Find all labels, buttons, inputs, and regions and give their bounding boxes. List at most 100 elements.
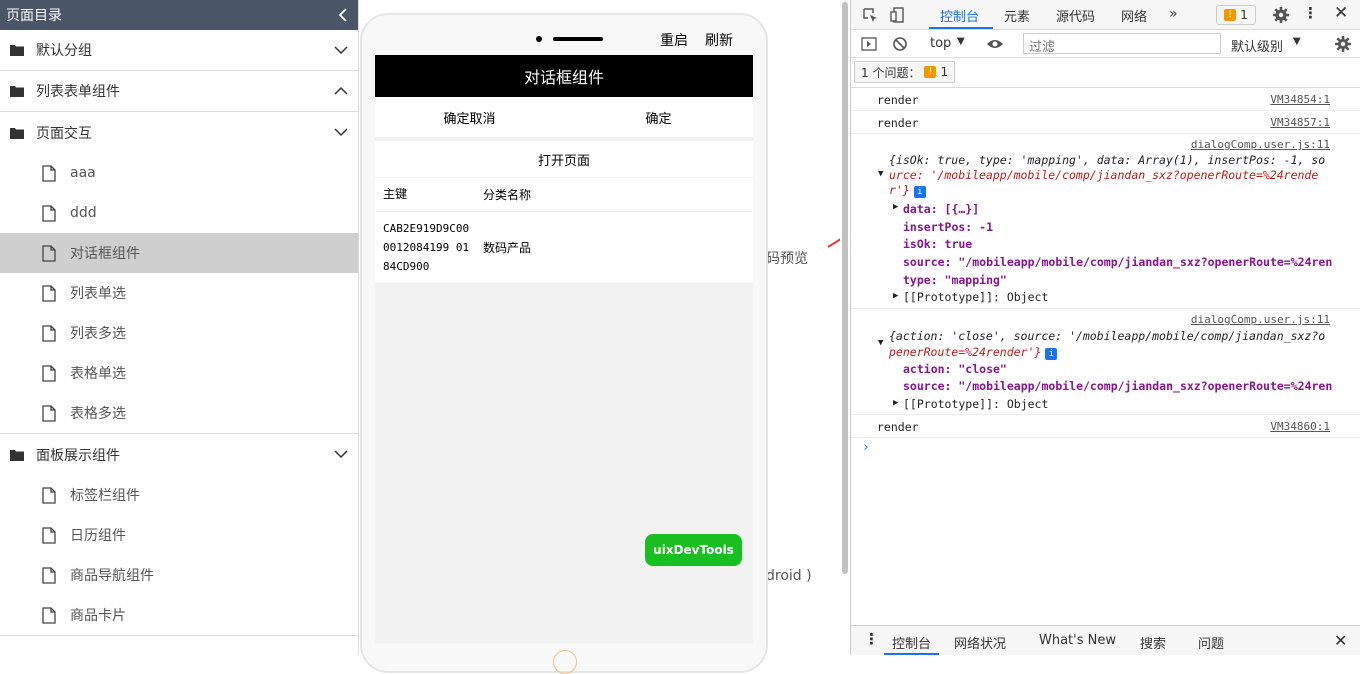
folder-icon	[10, 127, 24, 139]
sidebar-item-label: aaa	[70, 165, 96, 181]
info-icon[interactable]: i	[1045, 348, 1058, 360]
sidebar-item-list-single[interactable]: 列表单选	[0, 273, 358, 313]
chevron-down-icon	[334, 46, 348, 55]
drawer-tab-network-conditions[interactable]: 网络状况	[954, 633, 1006, 652]
group-default[interactable]: 默认分组	[0, 30, 358, 71]
sidebar-item-table-single[interactable]: 表格单选	[0, 353, 358, 393]
device-toggle-icon[interactable]	[889, 6, 907, 24]
confirm-cancel-button[interactable]: 确定取消	[375, 97, 564, 137]
console-message-object: dialogComp.user.js:11 {isOk: true, type:…	[851, 134, 1360, 309]
phone-frame: 重启 刷新 对话框组件 确定取消 确定 打开页面 主键 分类名称 CAB2E91…	[360, 13, 768, 673]
group-list-form[interactable]: 列表表单组件	[0, 71, 358, 112]
file-icon	[42, 284, 56, 302]
sidebar-item-label: ddd	[70, 205, 97, 221]
tab-network[interactable]: 网络	[1121, 6, 1147, 25]
source-link[interactable]: VM34854:1	[1270, 93, 1330, 106]
object-preview-line: penerRoute=%24render'} i	[889, 345, 1058, 360]
group-label: 面板展示组件	[36, 447, 120, 464]
issues-link[interactable]: 1 个问题： ! 1	[854, 61, 956, 83]
active-tab-indicator	[929, 27, 993, 29]
context-selector[interactable]: top	[930, 36, 951, 51]
settings-gear-icon[interactable]	[1272, 6, 1290, 24]
collapsed-triangle-icon[interactable]: ▶	[893, 202, 898, 212]
folder-icon	[10, 86, 24, 97]
sidebar-item-ddd[interactable]: ddd	[0, 193, 358, 233]
prop-data[interactable]: data: [{…}]	[903, 202, 979, 216]
sidebar-item-aaa[interactable]: aaa	[0, 153, 358, 193]
background-text: 码预览	[766, 251, 808, 267]
sidebar-item-table-multi[interactable]: 表格多选	[0, 393, 358, 433]
console-settings-gear-icon[interactable]	[1334, 35, 1352, 53]
object-preview-line: {isOk: true, type: 'mapping', data: Arra…	[889, 153, 1326, 167]
sidebar-item-label: 列表多选	[70, 326, 126, 342]
uix-devtools-button[interactable]: uixDevTools	[645, 534, 742, 566]
collapsed-triangle-icon[interactable]: ▶	[893, 398, 898, 408]
more-options-icon[interactable]: ⋮	[1303, 4, 1318, 22]
inspect-element-icon[interactable]	[861, 6, 879, 24]
prop-type: type: "mapping"	[903, 273, 1007, 287]
collapse-chevron-left-icon[interactable]	[336, 8, 350, 22]
sidebar-item-label: 标签栏组件	[70, 488, 140, 504]
sidebar-toggle-icon[interactable]	[860, 35, 878, 53]
drawer-tab-issues[interactable]: 问题	[1198, 633, 1224, 652]
close-drawer-icon[interactable]: ✕	[1334, 631, 1347, 650]
page-directory-sidebar: 页面目录 默认分组 列表表单组件 页面交互 aaa ddd 对话框组件 列表单选…	[0, 0, 359, 655]
prop-prototype[interactable]: [[Prototype]]: Object	[903, 397, 1048, 411]
issues-count: 1	[940, 65, 949, 79]
drawer-tab-whats-new[interactable]: What's New	[1039, 633, 1116, 648]
issues-badge[interactable]: ! 1	[1216, 5, 1256, 25]
group-page-interaction[interactable]: 页面交互	[0, 112, 358, 153]
file-icon	[42, 244, 56, 262]
speaker-bar	[553, 37, 603, 41]
expand-triangle-icon[interactable]: ▼	[878, 338, 883, 348]
console-input[interactable]	[875, 440, 1355, 458]
action-button-row: 确定取消 确定	[375, 97, 753, 137]
tab-sources[interactable]: 源代码	[1056, 6, 1095, 25]
expand-triangle-icon[interactable]: ▼	[878, 169, 883, 179]
info-icon[interactable]: i	[913, 186, 926, 198]
scrollbar-thumb[interactable]	[842, 2, 848, 574]
source-link[interactable]: VM34857:1	[1270, 116, 1330, 129]
live-expression-eye-icon[interactable]	[986, 35, 1004, 53]
sidebar-item-calendar[interactable]: 日历组件	[0, 515, 358, 555]
sidebar-item-goods-card[interactable]: 商品卡片	[0, 595, 358, 635]
sidebar-item-list-multi[interactable]: 列表多选	[0, 313, 358, 353]
sidebar-item-dialog-component[interactable]: 对话框组件	[0, 233, 358, 273]
drawer-menu-icon[interactable]: ⋮	[864, 630, 879, 648]
column-header: 分类名称	[483, 188, 532, 202]
tab-console[interactable]: 控制台	[940, 6, 979, 25]
prop-action: action: "close"	[903, 362, 1007, 376]
home-indicator	[553, 650, 577, 674]
group-page-interaction-block: 页面交互 aaa ddd 对话框组件 列表单选 列表多选 表格单选 表格多选	[0, 112, 358, 434]
close-devtools-icon[interactable]: ✕	[1334, 3, 1348, 23]
prop-prototype[interactable]: [[Prototype]]: Object	[903, 290, 1048, 304]
sidebar-item-goods-nav[interactable]: 商品导航组件	[0, 555, 358, 595]
group-panel-display[interactable]: 面板展示组件	[0, 434, 358, 475]
page-scrollbar[interactable]	[840, 0, 850, 655]
clear-console-icon[interactable]	[891, 35, 909, 53]
more-tabs-icon[interactable]: »	[1169, 6, 1178, 22]
collapsed-triangle-icon[interactable]: ▶	[893, 291, 898, 301]
drawer-tab-search[interactable]: 搜索	[1140, 633, 1166, 652]
drawer-tabbar: ⋮ 控制台 网络状况 What's New 搜索 问题 ✕	[851, 625, 1360, 655]
sidebar-item-tabbar[interactable]: 标签栏组件	[0, 475, 358, 515]
console-toolbar: top ▼ 过滤 默认级别 ▼	[851, 30, 1360, 58]
tab-elements[interactable]: 元素	[1004, 6, 1030, 25]
log-level-dropdown[interactable]: 默认级别	[1231, 36, 1283, 55]
confirm-button[interactable]: 确定	[564, 97, 753, 137]
file-icon	[42, 486, 56, 504]
open-page-button[interactable]: 打开页面	[375, 141, 753, 177]
source-link[interactable]: dialogComp.user.js:11	[1191, 138, 1330, 151]
sidebar-item-label: 商品卡片	[70, 608, 126, 624]
source-link[interactable]: dialogComp.user.js:11	[1191, 313, 1330, 326]
refresh-button[interactable]: 刷新	[705, 30, 733, 50]
console-prompt-icon: ›	[862, 440, 870, 455]
group-label: 列表表单组件	[36, 84, 120, 100]
restart-button[interactable]: 重启	[660, 30, 688, 50]
table-row[interactable]: CAB2E919D9C000012084199 0184CD900 数码产品	[375, 212, 753, 284]
sidebar-header: 页面目录	[0, 0, 358, 30]
file-icon	[42, 526, 56, 544]
drawer-tab-console[interactable]: 控制台	[892, 633, 931, 652]
console-filter-input[interactable]: 过滤	[1023, 33, 1221, 55]
source-link[interactable]: VM34860:1	[1270, 420, 1330, 433]
